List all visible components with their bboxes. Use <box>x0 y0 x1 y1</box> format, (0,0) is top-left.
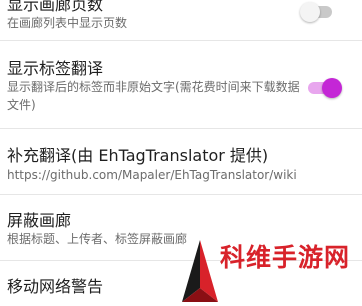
divider <box>0 194 362 195</box>
pref-extra-translation[interactable]: 补充翻译(由 EhTagTranslator 提供) https://githu… <box>0 146 362 184</box>
gallery-pages-toggle[interactable] <box>300 0 336 24</box>
watermark: 科维手游网 <box>180 232 362 306</box>
divider <box>0 128 362 129</box>
pref-summary: 显示翻译后的标签而非原始文字(需花费时间来下载数据文件) <box>7 80 300 112</box>
toggle-thumb <box>300 2 320 22</box>
toggle-thumb <box>322 78 342 98</box>
divider <box>0 40 362 41</box>
tag-translation-toggle[interactable] <box>306 76 342 100</box>
settings-screen: 显示画廊页数 在画廊列表中显示页数 显示标签翻译 显示翻译后的标签而非原始文字(… <box>0 0 362 306</box>
watermark-text: 科维手游网 <box>220 243 351 272</box>
watermark-logo-icon <box>182 240 218 302</box>
pref-title: 补充翻译(由 EhTagTranslator 提供) <box>7 146 269 165</box>
pref-summary: https://github.com/Mapaler/EhTagTranslat… <box>7 168 297 182</box>
pref-title: 屏蔽画廊 <box>7 211 72 230</box>
